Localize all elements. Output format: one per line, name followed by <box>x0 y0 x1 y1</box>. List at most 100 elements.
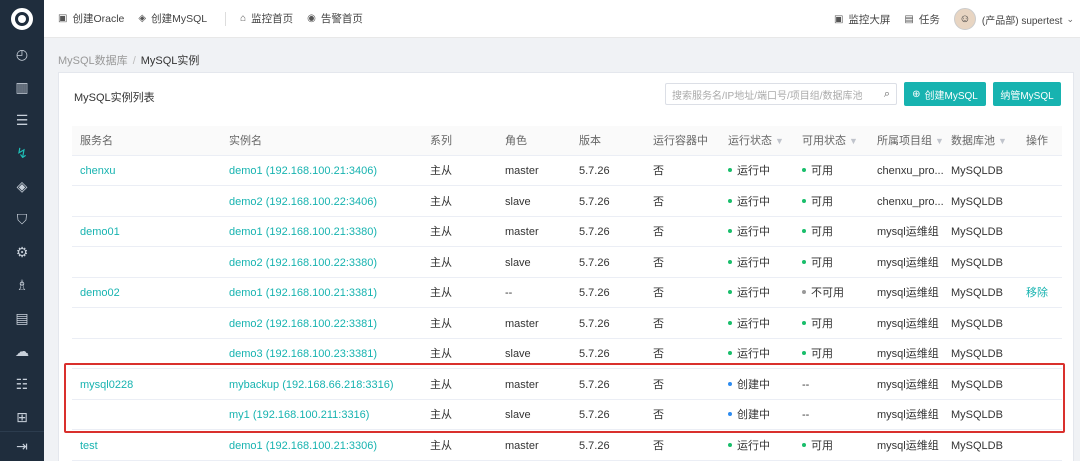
create-mysql-button[interactable]: ⊕ 创建MySQL <box>904 82 986 106</box>
cell-text: MySQLDB <box>951 195 1003 208</box>
sidebar-item-2[interactable]: ☰ <box>0 104 44 137</box>
cell-instance[interactable]: my1 (192.168.100.211:3316) <box>229 400 369 430</box>
cell-project-group: mysql运维组 <box>877 370 939 400</box>
search-icon[interactable]: ⌕ <box>878 88 896 101</box>
layers-icon: ◈ <box>16 178 28 194</box>
cell-instance[interactable]: mybackup (192.168.66.218:3316) <box>229 370 394 400</box>
cell-text: mysql运维组 <box>877 256 939 269</box>
cell-text: 否 <box>653 317 664 330</box>
table-header-row: 服务名 实例名 系列 角色 版本 运行容器中 运行状态 ▼ 可用状态 ▼ 所属项目组… <box>72 126 1062 156</box>
avatar[interactable]: ☺ <box>953 8 976 30</box>
gear-cluster-icon: ⚙ <box>15 244 29 260</box>
sidebar-item-7[interactable]: ♗ <box>0 269 44 302</box>
chevron-down-icon[interactable]: ⌄ <box>1066 14 1074 25</box>
sidebar: ◴ ▥ ☰ ↯ ◈ ⛉ ⚙ ♗ ▤ ☁ ☷ ⊞ ⇥ <box>0 0 44 461</box>
sidebar-item-11[interactable]: ⊞ <box>0 401 44 434</box>
logout-button[interactable]: ⇥ <box>0 431 44 461</box>
create-oracle-link[interactable]: ▣ 创建Oracle <box>58 11 124 26</box>
cell-text: 否 <box>653 439 664 452</box>
cell-instance[interactable]: demo3 (192.168.100.23:3381) <box>229 339 377 369</box>
monitor-home-link[interactable]: ⌂ 监控首页 <box>240 11 293 26</box>
cell-text: chenxu_pro... <box>877 165 944 177</box>
cell-run-status: 创建中 <box>728 370 770 400</box>
cell-text: master <box>505 378 539 391</box>
cell-text: mysql运维组 <box>877 409 939 421</box>
cell-text: 可用 <box>811 317 833 330</box>
create-mysql-label: 创建MySQL <box>151 13 208 25</box>
logout-icon: ⇥ <box>16 438 28 454</box>
sidebar-item-10[interactable]: ☷ <box>0 368 44 401</box>
big-screen-link[interactable]: ▣ 监控大屏 <box>834 12 890 27</box>
cell-service[interactable]: demo02 <box>80 278 120 308</box>
bar-chart-icon: ▥ <box>15 79 29 95</box>
cell-service[interactable]: test <box>80 431 98 461</box>
cell-text: mysql0228 <box>80 378 134 391</box>
cell-text: MySQLDB <box>951 226 1003 238</box>
cell-text: 可用 <box>811 165 833 177</box>
filter-icon[interactable]: ▼ <box>935 136 944 146</box>
filter-icon[interactable]: ▼ <box>998 136 1007 146</box>
cell-version: 5.7.26 <box>579 187 610 217</box>
cell-instance[interactable]: demo1 (192.168.100.21:3381) <box>229 278 377 308</box>
sidebar-item-1[interactable]: ▥ <box>0 71 44 104</box>
dashboard-icon: ◴ <box>15 46 29 62</box>
filter-icon[interactable]: ▼ <box>849 136 858 146</box>
cell-service[interactable]: chenxu <box>80 156 115 186</box>
cell-text: 5.7.26 <box>579 195 610 208</box>
create-mysql-link[interactable]: ◈ 创建MySQL <box>138 11 207 26</box>
user-name[interactable]: (产品部) supertest <box>982 12 1063 27</box>
cell-project-group: mysql运维组 <box>877 431 939 461</box>
cell-instance[interactable]: demo1 (192.168.100.21:3406) <box>229 156 377 186</box>
table-row: test demo1 (192.168.100.21:3306) 主从 master 5… <box>72 431 1062 461</box>
sidebar-item-0[interactable]: ◴ <box>0 38 44 71</box>
sidebar-item-5[interactable]: ⛉ <box>0 203 44 236</box>
cell-text: 运行中 <box>737 317 770 330</box>
cell-role: master <box>505 309 539 339</box>
cell-text: chenxu_pro... <box>877 195 944 208</box>
sidebar-item-3[interactable]: ↯ <box>0 137 44 170</box>
header-avail-status[interactable]: 可用状态 ▼ <box>802 126 858 156</box>
header-db-pool[interactable]: 数据库池 ▼ <box>951 126 1007 156</box>
cell-text: MySQLDB <box>951 348 1003 360</box>
manage-mysql-button[interactable]: 纳管MySQL <box>993 82 1061 106</box>
header-run-status[interactable]: 运行状态 ▼ <box>728 126 784 156</box>
status-dot-icon <box>802 442 806 447</box>
cell-text: 运行中 <box>737 226 770 238</box>
cell-instance[interactable]: demo2 (192.168.100.22:3381) <box>229 309 377 339</box>
cell-instance[interactable]: demo1 (192.168.100.21:3380) <box>229 217 377 247</box>
cell-avail-status: 可用 <box>802 431 833 461</box>
cell-text: master <box>505 439 539 452</box>
cell-instance[interactable]: demo2 (192.168.100.22:3406) <box>229 187 377 217</box>
sidebar-item-9[interactable]: ☁ <box>0 335 44 368</box>
cell-version: 5.7.26 <box>579 370 610 400</box>
sidebar-item-4[interactable]: ◈ <box>0 170 44 203</box>
people-icon: ♗ <box>15 277 29 293</box>
cell-service[interactable]: demo01 <box>80 217 120 247</box>
tasks-link[interactable]: ▤ 任务 <box>904 12 939 27</box>
cell-instance[interactable]: demo2 (192.168.100.22:3380) <box>229 248 377 278</box>
cell-text: mysql运维组 <box>877 348 939 360</box>
search-input[interactable]: 搜索服务名/IP地址/端口号/项目组/数据库池 ⌕ <box>665 83 897 105</box>
header-project-group[interactable]: 所属项目组 ▼ <box>877 126 944 156</box>
cell-service[interactable]: mysql0228 <box>80 370 133 400</box>
list-icon: ☷ <box>15 376 29 392</box>
cell-run-status: 运行中 <box>728 156 770 186</box>
breadcrumb-parent[interactable]: MySQL数据库 <box>58 55 128 67</box>
cell-action[interactable]: 移除 <box>1026 278 1048 308</box>
alert-home-link[interactable]: ◉ 告警首页 <box>307 11 363 26</box>
status-dot-icon <box>728 351 732 356</box>
sidebar-item-6[interactable]: ⚙ <box>0 236 44 269</box>
cell-text: 主从 <box>430 348 452 360</box>
cell-text: 运行中 <box>737 287 770 299</box>
cell-text: 主从 <box>430 195 452 208</box>
sidebar-item-8[interactable]: ▤ <box>0 302 44 335</box>
cell-instance[interactable]: demo1 (192.168.100.21:3306) <box>229 431 377 461</box>
cell-db-pool: MySQLDB <box>951 217 1003 247</box>
filter-icon[interactable]: ▼ <box>775 136 784 146</box>
cell-version: 5.7.26 <box>579 217 610 247</box>
cell-project-group: mysql运维组 <box>877 400 939 430</box>
cell-db-pool: MySQLDB <box>951 278 1003 308</box>
cell-text: 主从 <box>430 378 452 391</box>
app-logo[interactable] <box>0 0 44 38</box>
status-dot-icon <box>802 290 806 295</box>
